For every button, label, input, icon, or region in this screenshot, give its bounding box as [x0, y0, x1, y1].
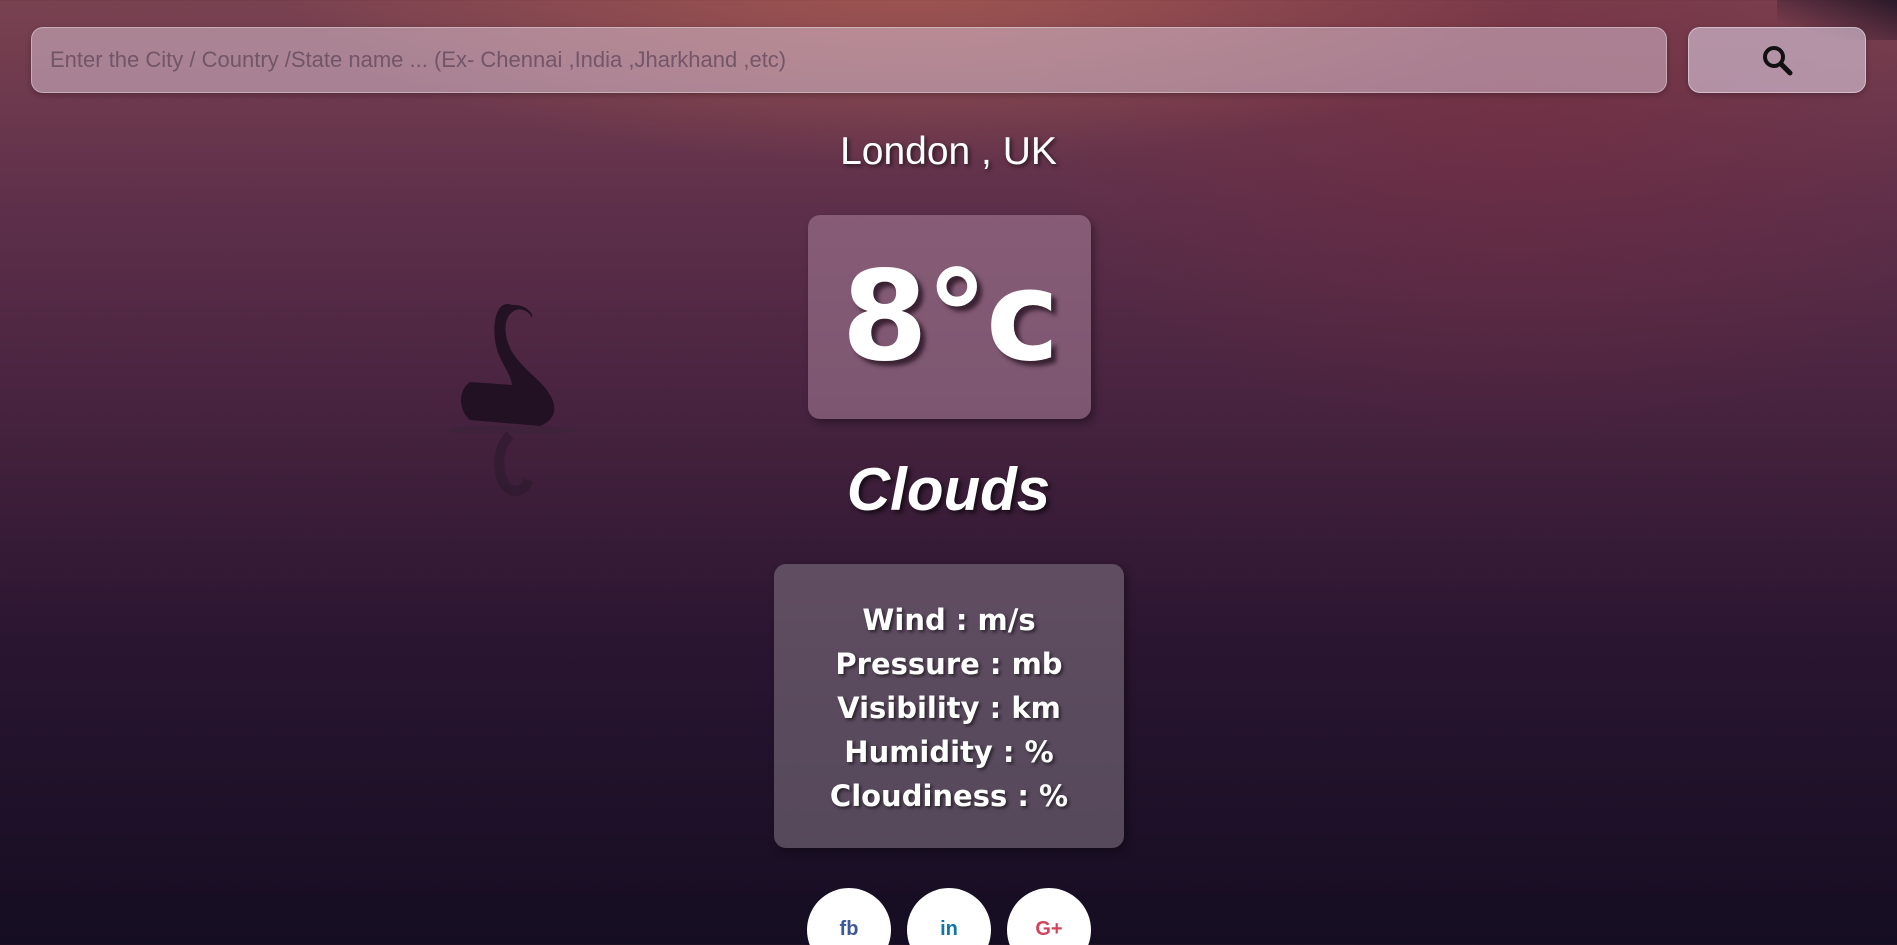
- location-title: London , UK: [840, 130, 1057, 173]
- search-input[interactable]: [32, 28, 1666, 92]
- temperature-value: 8°c: [841, 245, 1060, 389]
- weather-condition: Clouds: [846, 456, 1051, 523]
- cloudiness-detail: Cloudiness : %: [829, 779, 1069, 813]
- pressure-detail: Pressure : mb: [835, 647, 1063, 681]
- search-button[interactable]: [1688, 27, 1866, 93]
- googleplus-link[interactable]: G+: [1007, 888, 1091, 945]
- weather-details-card: Wind : m/s Pressure : mb Visibility : km…: [774, 564, 1124, 848]
- wind-detail: Wind : m/s: [862, 603, 1036, 637]
- search-icon: [1763, 46, 1793, 76]
- visibility-detail: Visibility : km: [837, 691, 1061, 725]
- facebook-link[interactable]: fb: [807, 888, 891, 945]
- search-bar: [31, 27, 1667, 93]
- humidity-detail: Humidity : %: [844, 735, 1054, 769]
- temperature-card: 8°c: [808, 215, 1091, 419]
- linkedin-link[interactable]: in: [907, 888, 991, 945]
